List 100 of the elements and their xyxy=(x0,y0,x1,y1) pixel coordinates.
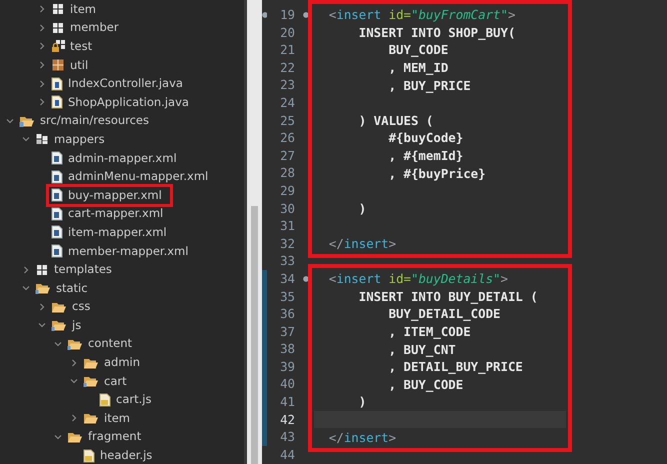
line-number: 41 xyxy=(262,393,308,411)
tree-item[interactable]: admin-mapper.xml xyxy=(68,150,177,166)
xml-file-icon xyxy=(51,151,63,166)
expand-chevron-icon[interactable] xyxy=(37,4,47,14)
code-line: , BUY_PRICE xyxy=(388,76,471,94)
tree-item[interactable]: member-mapper.xml xyxy=(68,244,188,259)
package-icon xyxy=(35,262,49,277)
code-line: , MEM_ID xyxy=(388,59,448,76)
tree-item[interactable]: templates xyxy=(54,262,112,278)
package-icon xyxy=(51,58,65,72)
tree-item[interactable]: cart-mapper.xml xyxy=(68,206,164,222)
tree-item[interactable]: admin xyxy=(104,355,140,370)
code-line: , #{memId} xyxy=(388,147,464,164)
line-number: 23 xyxy=(279,76,296,94)
line-number: 37 xyxy=(262,322,308,340)
line-number: 44 xyxy=(279,446,296,464)
line-number: 30 xyxy=(279,200,296,218)
line-number: 26 xyxy=(279,129,296,147)
javascript-file-icon xyxy=(99,392,111,407)
expand-chevron-icon[interactable] xyxy=(37,97,47,108)
line-number: 29 xyxy=(279,182,296,200)
code-line: , BUY_CNT xyxy=(388,340,456,358)
code-line: , DETAIL_BUY_PRICE xyxy=(388,358,523,376)
code-line: ) xyxy=(358,200,366,217)
tree-item[interactable]: util xyxy=(70,58,88,73)
expand-chevron-icon[interactable] xyxy=(69,358,79,368)
tree-item[interactable]: adminMenu-mapper.xml xyxy=(68,169,208,184)
package-folder-icon xyxy=(35,132,49,146)
tree-item[interactable]: cart.js xyxy=(116,392,152,408)
tree-item[interactable]: fragment xyxy=(88,429,142,444)
code-line: BUY_CODE xyxy=(388,41,448,58)
javascript-file-icon xyxy=(83,448,95,463)
folder-icon xyxy=(83,374,99,388)
code-line: <insert id="buyDetails"> xyxy=(328,270,508,288)
tree-item[interactable]: item xyxy=(104,410,130,426)
expand-chevron-icon[interactable] xyxy=(37,60,47,70)
line-number: 34 xyxy=(262,270,308,288)
tree-item[interactable]: item xyxy=(70,2,96,17)
code-line: INSERT INTO SHOP_BUY( xyxy=(358,24,516,41)
code-line: , BUY_CODE xyxy=(388,376,464,393)
line-number: 25 xyxy=(279,112,296,130)
code-line: ) xyxy=(358,393,366,410)
folder-icon xyxy=(83,411,99,426)
tree-item[interactable]: member xyxy=(70,20,119,36)
tree-item[interactable]: test xyxy=(70,38,92,54)
code-line: BUY_DETAIL_CODE xyxy=(388,305,500,322)
xml-file-icon xyxy=(51,188,63,202)
line-number: 38 xyxy=(262,340,308,358)
tree-item[interactable]: item-mapper.xml xyxy=(68,224,167,240)
line-number: 22 xyxy=(279,58,296,76)
code-line: ) VALUES ( xyxy=(358,112,434,129)
tree-item[interactable]: ShopApplication.java xyxy=(68,94,189,110)
line-number: 35 xyxy=(262,288,308,306)
line-number: 20 xyxy=(279,24,296,42)
code-line: </insert> xyxy=(328,235,396,252)
tree-item[interactable]: IndexController.java xyxy=(68,76,183,92)
xml-file-icon xyxy=(51,206,63,221)
line-number: 21 xyxy=(279,41,296,59)
expand-chevron-icon[interactable] xyxy=(37,22,47,33)
code-line: , #{buyPrice} xyxy=(388,164,486,182)
expand-chevron-icon[interactable] xyxy=(37,78,47,89)
line-number: 33 xyxy=(279,252,296,270)
code-line: <insert id="buyFromCart"> xyxy=(328,6,516,24)
expand-chevron-icon[interactable] xyxy=(21,264,31,275)
locked-package-icon xyxy=(51,39,65,54)
tree-item[interactable]: css xyxy=(72,299,90,314)
line-number: 42 xyxy=(262,410,308,428)
expand-chevron-icon[interactable] xyxy=(69,413,79,424)
tree-item[interactable]: header.js xyxy=(100,448,152,464)
expand-chevron-icon[interactable] xyxy=(37,302,47,312)
line-number: 24 xyxy=(279,94,296,112)
tree-item[interactable]: content xyxy=(88,336,132,352)
line-number: 40 xyxy=(262,375,308,394)
line-number: 32 xyxy=(279,234,296,252)
java-file-icon xyxy=(51,76,63,91)
xml-file-icon xyxy=(51,244,63,258)
scrollbar-thumb[interactable] xyxy=(251,206,258,464)
line-number: 28 xyxy=(279,164,296,182)
package-icon xyxy=(51,20,65,35)
code-line: INSERT INTO BUY_DETAIL ( xyxy=(358,288,538,305)
line-number: 36 xyxy=(262,305,308,323)
code-line: </insert> xyxy=(328,428,396,446)
folder-icon xyxy=(51,318,67,332)
scrollbar-track[interactable] xyxy=(244,0,262,464)
tree-item[interactable]: mappers xyxy=(54,132,105,147)
xml-file-icon xyxy=(51,225,63,240)
code-line: #{buyCode} xyxy=(388,129,464,146)
package-icon xyxy=(51,2,65,16)
expand-chevron-icon[interactable] xyxy=(37,41,47,52)
line-number: 31 xyxy=(279,217,296,235)
line-number: 39 xyxy=(262,358,308,376)
tree-item[interactable]: static xyxy=(56,280,88,296)
java-file-icon xyxy=(51,95,63,110)
line-number: 27 xyxy=(279,146,296,164)
tree-item[interactable]: cart xyxy=(104,374,127,389)
line-number: 43 xyxy=(262,428,308,446)
tree-item[interactable]: buy-mapper.xml xyxy=(68,188,162,203)
folder-icon xyxy=(35,281,51,296)
tree-item[interactable]: js xyxy=(72,318,82,333)
tree-item[interactable]: src/main/resources xyxy=(40,113,150,128)
